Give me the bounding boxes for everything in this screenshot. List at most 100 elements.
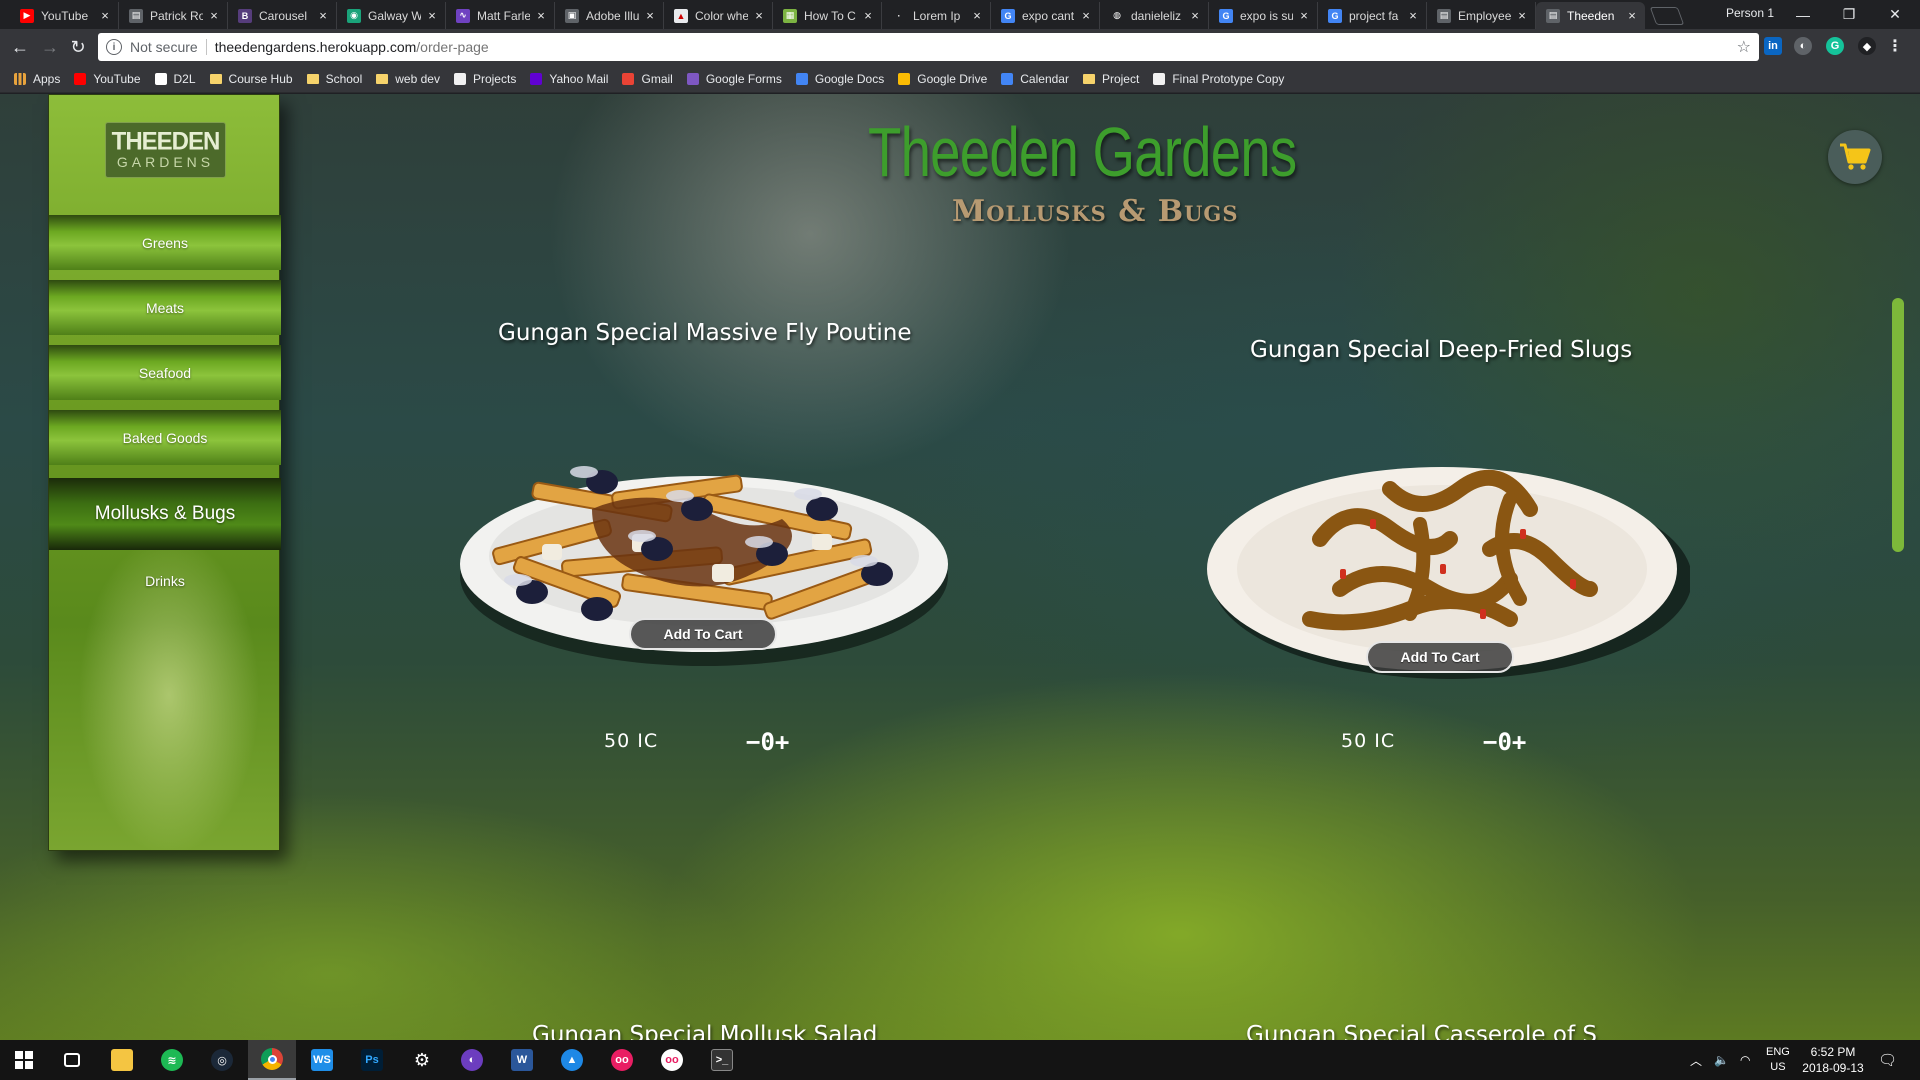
- webstorm-icon[interactable]: WS: [298, 1040, 346, 1080]
- browser-tab[interactable]: Gproject fa ×: [1318, 2, 1427, 29]
- bookmark-star-icon[interactable]: ☆: [1737, 37, 1751, 57]
- bookmark-item[interactable]: Projects: [453, 71, 517, 86]
- tab-close-icon[interactable]: ×: [970, 8, 984, 23]
- tab-close-icon[interactable]: ×: [1625, 8, 1639, 23]
- browser-tab[interactable]: ▦ How To C ×: [773, 2, 882, 29]
- tab-close-icon[interactable]: ×: [98, 8, 112, 23]
- browser-tab[interactable]: Gexpo cant ×: [991, 2, 1100, 29]
- nav-item-greens[interactable]: Greens: [49, 215, 281, 270]
- bookmark-item[interactable]: Google Forms: [686, 72, 782, 86]
- bookmark-item[interactable]: Google Docs: [795, 72, 884, 86]
- tab-close-icon[interactable]: ×: [316, 8, 330, 23]
- app-icon[interactable]: ◐: [448, 1040, 496, 1080]
- browser-tab[interactable]: ▤ Patrick Ro ×: [119, 2, 228, 29]
- clock[interactable]: 6:52 PM 2018-09-13: [1798, 1044, 1868, 1076]
- bookmark-item[interactable]: Project: [1082, 72, 1139, 86]
- browser-tab[interactable]: B Carousel ×: [228, 2, 337, 29]
- browser-tab[interactable]: · Lorem Ip ×: [882, 2, 991, 29]
- notification-icon[interactable]: 🗨: [1878, 1040, 1897, 1080]
- browser-tab[interactable]: ▶ YouTube ×: [10, 2, 119, 29]
- browser-tab[interactable]: ◉ Galway W ×: [337, 2, 446, 29]
- site-logo[interactable]: THEEDEN GARDENS: [105, 122, 226, 178]
- bookmark-item[interactable]: Yahoo Mail: [530, 72, 608, 86]
- nav-item-meats[interactable]: Meats: [49, 280, 281, 335]
- nav-item-baked-goods[interactable]: Baked Goods: [49, 410, 281, 465]
- browser-tab[interactable]: ∿ Matt Farle ×: [446, 2, 555, 29]
- decrement-button[interactable]: −: [1483, 728, 1497, 756]
- app-icon[interactable]: oo: [648, 1040, 696, 1080]
- quantity-value: 0: [1497, 728, 1512, 756]
- cart-button[interactable]: [1828, 130, 1882, 184]
- bookmark-item[interactable]: Final Prototype Copy: [1153, 72, 1284, 86]
- close-window-icon[interactable]: ✕: [1872, 0, 1918, 29]
- info-icon[interactable]: i: [106, 39, 122, 55]
- settings-icon[interactable]: ⚙: [398, 1040, 446, 1080]
- add-to-cart-button[interactable]: Add To Cart: [1366, 641, 1514, 673]
- git-extension-icon[interactable]: ◆: [1858, 37, 1876, 55]
- bookmark-item[interactable]: web dev: [376, 72, 440, 86]
- tab-close-icon[interactable]: ×: [534, 8, 548, 23]
- profile-label[interactable]: Person 1: [1726, 6, 1774, 20]
- bookmark-item[interactable]: Course Hub: [209, 72, 293, 86]
- steam-icon[interactable]: ◎: [198, 1040, 246, 1080]
- new-tab-button[interactable]: [1649, 7, 1685, 25]
- tab-close-icon[interactable]: ×: [643, 8, 657, 23]
- chrome-icon[interactable]: [248, 1040, 296, 1080]
- tray-chevron-icon[interactable]: ︿: [1690, 1040, 1702, 1080]
- tab-close-icon[interactable]: ×: [1188, 8, 1202, 23]
- bookmark-item[interactable]: D2L: [154, 72, 196, 86]
- tab-close-icon[interactable]: ×: [1406, 8, 1420, 23]
- nav-item-drinks[interactable]: Drinks: [49, 557, 281, 605]
- increment-button[interactable]: +: [775, 728, 789, 756]
- app-icon[interactable]: oo: [598, 1040, 646, 1080]
- bookmark-item[interactable]: Gmail: [622, 72, 673, 86]
- tab-close-icon[interactable]: ×: [1079, 8, 1093, 23]
- terminal-icon[interactable]: >_: [698, 1040, 746, 1080]
- increment-button[interactable]: +: [1512, 728, 1526, 756]
- wifi-icon[interactable]: ◠: [1740, 1040, 1750, 1080]
- browser-tab[interactable]: Gexpo is su ×: [1209, 2, 1318, 29]
- forward-icon[interactable]: →: [38, 35, 62, 59]
- bookmark-item[interactable]: Calendar: [1001, 72, 1069, 86]
- file-explorer-icon[interactable]: [98, 1040, 146, 1080]
- tab-close-icon[interactable]: ×: [1515, 8, 1529, 23]
- minimize-icon[interactable]: —: [1780, 0, 1826, 29]
- browser-tab[interactable]: ▤ Employee ×: [1427, 2, 1536, 29]
- bookmark-label: Projects: [472, 71, 517, 86]
- back-icon[interactable]: ←: [8, 35, 32, 59]
- grammarly-extension-icon[interactable]: G: [1826, 37, 1844, 55]
- app-icon[interactable]: ▲: [548, 1040, 596, 1080]
- photoshop-icon[interactable]: Ps: [348, 1040, 396, 1080]
- tab-close-icon[interactable]: ×: [207, 8, 221, 23]
- bookmark-item[interactable]: Google Drive: [898, 72, 987, 86]
- browser-tab[interactable]: ▣ Adobe Illu ×: [555, 2, 664, 29]
- bookmark-item[interactable]: School: [306, 72, 362, 86]
- browser-tab[interactable]: ▤ Theeden ×: [1536, 2, 1645, 29]
- nav-item-mollusks-bugs[interactable]: Mollusks & Bugs: [49, 478, 281, 550]
- bookmark-item[interactable]: YouTube: [74, 72, 141, 86]
- page-scrollbar[interactable]: [1892, 298, 1904, 552]
- menu-icon[interactable]: ⋮: [1886, 37, 1904, 55]
- add-to-cart-button[interactable]: Add To Cart: [629, 618, 777, 650]
- decrement-button[interactable]: −: [746, 728, 760, 756]
- language-indicator[interactable]: ENG US: [1766, 1040, 1790, 1080]
- address-bar[interactable]: i Not secure theedengardens.herokuapp.co…: [98, 33, 1759, 61]
- tab-close-icon[interactable]: ×: [425, 8, 439, 23]
- word-icon[interactable]: W: [498, 1040, 546, 1080]
- linkedin-extension-icon[interactable]: in: [1764, 37, 1782, 55]
- tab-close-icon[interactable]: ×: [1297, 8, 1311, 23]
- reload-icon[interactable]: ↻: [66, 35, 90, 59]
- browser-tab[interactable]: ◍ danieleliz ×: [1100, 2, 1209, 29]
- tab-close-icon[interactable]: ×: [861, 8, 875, 23]
- spotify-icon[interactable]: ≋: [148, 1040, 196, 1080]
- bookmark-item[interactable]: Apps: [14, 72, 60, 86]
- task-view-icon[interactable]: [48, 1040, 96, 1080]
- nav-item-seafood[interactable]: Seafood: [49, 345, 281, 400]
- tab-close-icon[interactable]: ×: [752, 8, 766, 23]
- restore-icon[interactable]: ❐: [1826, 0, 1872, 29]
- browser-toolbar: ← → ↻ i Not secure theedengardens.heroku…: [0, 29, 1920, 65]
- volume-icon[interactable]: 🔈: [1714, 1040, 1729, 1080]
- extension-icon[interactable]: ◐: [1794, 37, 1812, 55]
- windows-start-icon[interactable]: [0, 1040, 48, 1080]
- browser-tab[interactable]: ▲ Color whe ×: [664, 2, 773, 29]
